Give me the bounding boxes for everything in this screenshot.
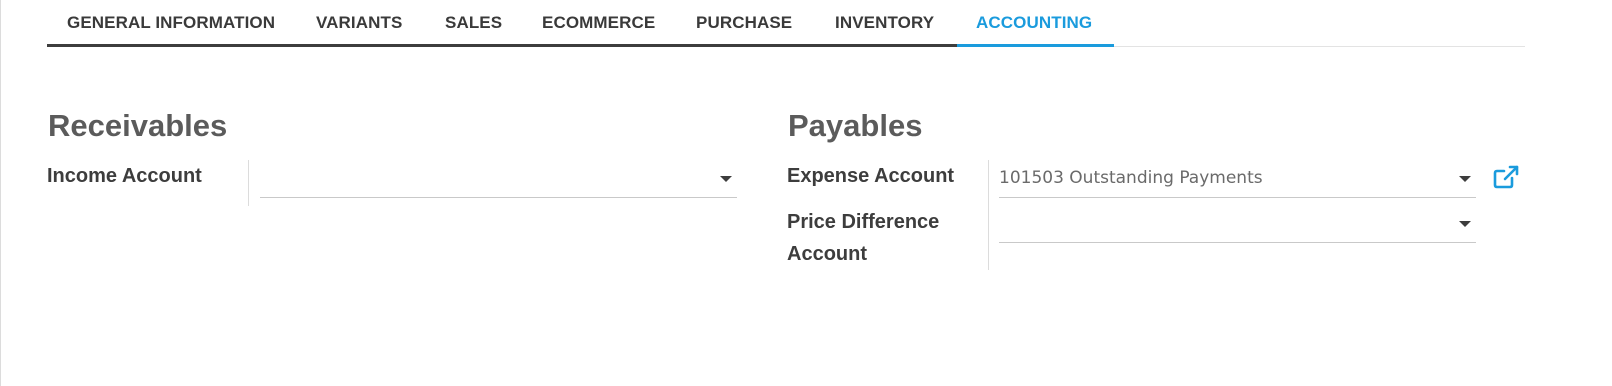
- payables-title: Payables: [788, 108, 923, 143]
- income-account-label: Income Account: [47, 165, 202, 187]
- price-difference-account-select[interactable]: [999, 205, 1476, 243]
- active-tab-indicator: [957, 44, 1114, 47]
- income-account-select[interactable]: [260, 160, 737, 198]
- tab-variants[interactable]: VARIANTS: [316, 13, 402, 33]
- tab-sales[interactable]: SALES: [445, 13, 502, 33]
- caret-down-icon[interactable]: [720, 176, 732, 182]
- field-separator: [248, 160, 249, 206]
- expense-account-value: 101503 Outstanding Payments: [999, 168, 1263, 188]
- field-separator: [988, 160, 989, 270]
- form-sheet: GENERAL INFORMATION VARIANTS SALES ECOMM…: [0, 0, 1611, 386]
- price-difference-account-label-line2: Account: [787, 243, 867, 265]
- tab-purchase[interactable]: PURCHASE: [696, 13, 792, 33]
- tabs-underline: [47, 44, 957, 47]
- price-difference-account-label-line1: Price Difference: [787, 211, 940, 233]
- tab-general-information[interactable]: GENERAL INFORMATION: [67, 13, 275, 33]
- tab-inventory[interactable]: INVENTORY: [835, 13, 934, 33]
- receivables-title: Receivables: [48, 108, 228, 143]
- expense-account-label: Expense Account: [787, 165, 955, 187]
- expense-account-select[interactable]: 101503 Outstanding Payments: [999, 160, 1476, 198]
- external-link-icon[interactable]: [1493, 165, 1519, 189]
- caret-down-icon[interactable]: [1459, 176, 1471, 182]
- tab-ecommerce[interactable]: ECOMMERCE: [542, 13, 655, 33]
- caret-down-icon[interactable]: [1459, 221, 1471, 227]
- tab-accounting[interactable]: ACCOUNTING: [976, 13, 1092, 33]
